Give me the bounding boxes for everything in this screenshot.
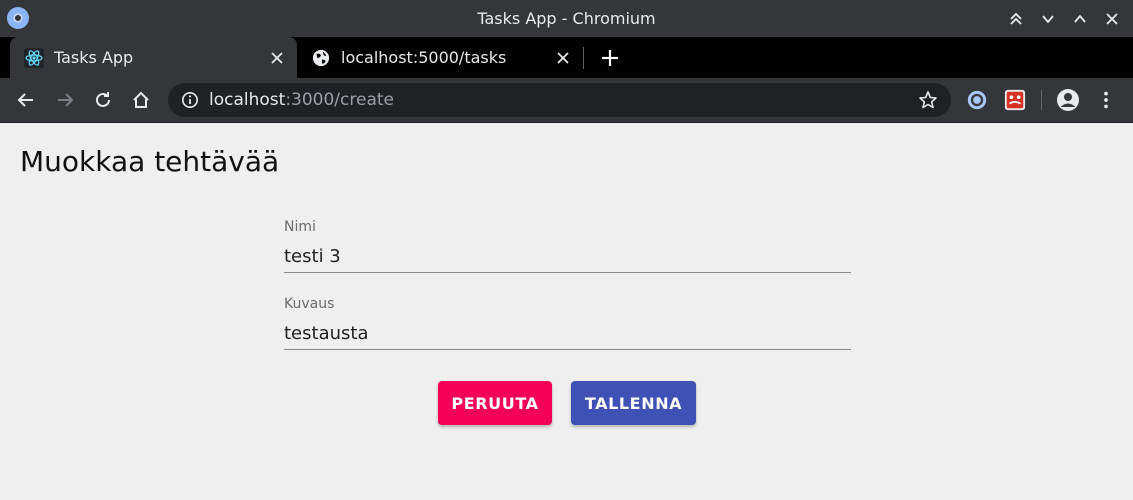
browser-toolbar: localhost:3000/create <box>0 78 1133 123</box>
forward-icon <box>58 93 74 107</box>
window-controls <box>1005 8 1123 30</box>
cancel-button[interactable]: PERUUTA <box>438 381 552 425</box>
new-tab-button[interactable] <box>597 45 623 71</box>
home-icon <box>133 91 149 108</box>
description-label: Kuvaus <box>284 296 335 312</box>
menu-icon[interactable] <box>1094 88 1118 112</box>
home-button[interactable] <box>128 87 154 113</box>
minimize-icon[interactable] <box>1037 8 1059 30</box>
description-field: Kuvaus <box>284 296 851 350</box>
tab-label: localhost:5000/tasks <box>341 48 507 67</box>
title-bar: Tasks App - Chromium <box>0 0 1133 37</box>
url-text[interactable]: localhost:3000/create <box>209 90 917 110</box>
extension-icon[interactable] <box>965 88 989 112</box>
plus-icon <box>602 50 618 66</box>
page-title: Muokkaa tehtävää <box>20 145 280 178</box>
reload-button[interactable] <box>90 87 116 113</box>
keep-above-icon[interactable] <box>1005 8 1027 30</box>
name-field: Nimi <box>284 219 851 273</box>
back-button[interactable] <box>13 87 39 113</box>
save-button[interactable]: TALLENNA <box>571 381 696 425</box>
star-icon[interactable] <box>917 89 939 111</box>
tab-separator <box>583 47 584 69</box>
close-window-icon[interactable] <box>1101 8 1123 30</box>
tab-strip: Tasks App localhost:5000/tasks <box>0 37 1133 78</box>
globe-icon <box>311 48 331 68</box>
back-icon <box>17 93 33 107</box>
toolbar-separator <box>1041 90 1042 110</box>
maximize-icon[interactable] <box>1069 8 1091 30</box>
description-input[interactable] <box>284 318 851 350</box>
tab-localhost-tasks[interactable]: localhost:5000/tasks <box>297 37 583 78</box>
react-icon <box>24 47 44 68</box>
tab-label: Tasks App <box>54 48 134 67</box>
profile-icon[interactable] <box>1056 88 1080 112</box>
close-tab-icon[interactable] <box>553 48 573 68</box>
address-bar[interactable]: localhost:3000/create <box>168 83 951 117</box>
extension-icon[interactable] <box>1003 88 1027 112</box>
page-content: Muokkaa tehtävää Nimi Kuvaus PERUUTA TAL… <box>0 123 1133 500</box>
tab-tasks-app[interactable]: Tasks App <box>10 37 297 78</box>
info-icon[interactable] <box>180 90 200 110</box>
url-path: :3000/create <box>285 90 394 110</box>
reload-icon <box>96 92 110 107</box>
name-input[interactable] <box>284 241 851 273</box>
window-title: Tasks App - Chromium <box>477 9 656 28</box>
forward-button[interactable] <box>52 87 78 113</box>
name-label: Nimi <box>284 219 316 235</box>
url-host: localhost <box>209 90 286 110</box>
close-tab-icon[interactable] <box>267 48 287 68</box>
